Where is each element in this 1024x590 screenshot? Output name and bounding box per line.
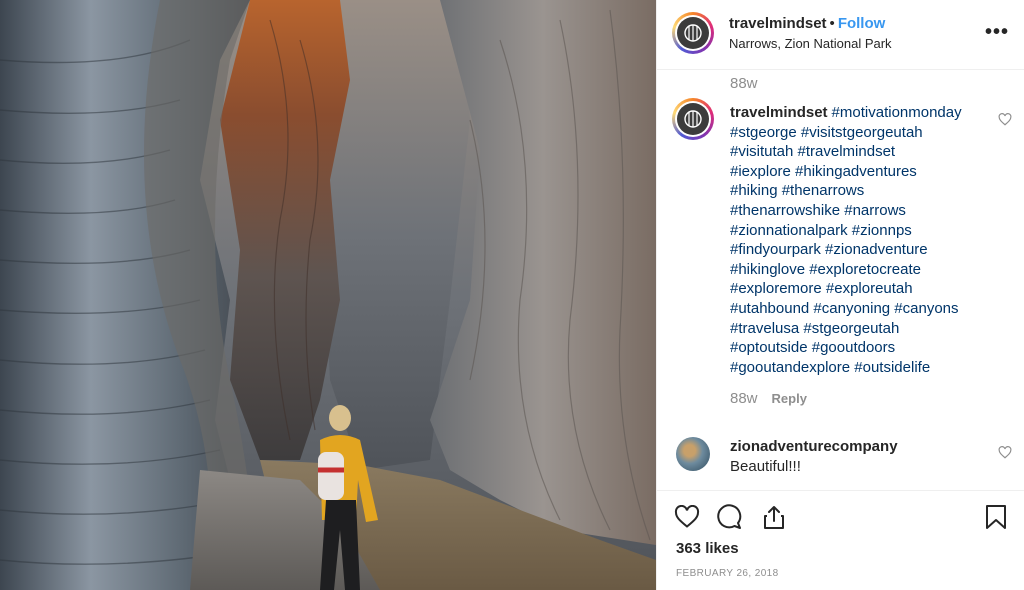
hashtag-line[interactable]: #zionnationalpark #zionnps [730,222,912,239]
caption-author-avatar[interactable] [672,98,714,140]
heart-icon [674,505,700,528]
globe-icon [684,24,702,42]
hashtag-line[interactable]: #thenarrowshike #narrows [730,202,906,219]
post-photo[interactable] [0,0,656,590]
caption-like-heart-icon[interactable] [998,113,1012,126]
header-title-line: travelmindset • Follow [729,15,885,32]
hashtag-line[interactable]: #gooutandexplore #outsidelife [730,359,930,376]
caption-text: travelmindset #motivationmonday #stgeorge… [730,103,992,377]
post-side-panel: travelmindset • Follow Narrows, Zion Natio… [656,0,1024,590]
more-options-button[interactable]: ••• [985,22,1009,42]
post-header: travelmindset • Follow Narrows, Zion Natio… [657,0,1024,70]
comment-like-heart-icon[interactable] [998,446,1012,459]
more-horizontal-icon: ••• [984,21,1009,43]
hashtag-line[interactable]: #motivationmonday [832,104,962,121]
reply-button[interactable]: Reply [772,391,807,406]
hashtag-line[interactable]: #optoutside #gooutdoors [730,339,895,356]
hashtag-line[interactable]: #stgeorge #visitstgeorgeutah [730,124,923,141]
follow-button[interactable]: Follow [838,15,886,32]
save-button[interactable] [982,503,1010,531]
comment-button[interactable] [715,503,743,531]
commenter-username[interactable]: zionadventurecompany [730,438,898,455]
bookmark-icon [986,505,1006,529]
caption-username[interactable]: travelmindset [730,104,828,121]
globe-icon [684,110,702,128]
hashtag-line[interactable]: #hikinglove #exploretocreate [730,261,921,278]
like-button[interactable] [673,503,701,531]
comment-item: zionadventurecompany Beautiful!!! [657,436,1024,486]
location-link[interactable]: Narrows, Zion National Park [729,36,892,51]
likes-count[interactable]: 363 likes [676,540,739,557]
commenter-avatar[interactable] [676,437,710,471]
hashtag-line[interactable]: #iexplore #hikingadventures [730,163,917,180]
hashtag-line[interactable]: #exploremore #exploreutah [730,280,913,297]
author-username[interactable]: travelmindset [729,15,827,32]
separator-dot: • [829,15,835,32]
hashtag-line[interactable]: #utahbound #canyoning #canyons [730,300,959,317]
caption-time: 88w [730,390,758,407]
comment-text: Beautiful!!! [730,458,801,475]
share-button[interactable] [760,503,788,531]
hashtag-line[interactable]: #travelusa #stgeorgeutah [730,320,899,337]
share-icon [764,506,784,529]
post-time-top: 88w [730,75,758,92]
hashtag-line[interactable]: #hiking #thenarrows [730,182,864,199]
caption-meta: 88w Reply [730,390,807,407]
canyon-photo [0,0,656,590]
action-bar: 363 likes FEBRUARY 26, 2018 [657,490,1024,590]
author-avatar[interactable] [672,12,714,54]
hashtag-line[interactable]: #findyourpark #zionadventure [730,241,928,258]
post-date[interactable]: FEBRUARY 26, 2018 [676,568,779,579]
comment-icon [717,504,742,529]
hashtag-line[interactable]: #visitutah #travelmindset [730,143,895,160]
